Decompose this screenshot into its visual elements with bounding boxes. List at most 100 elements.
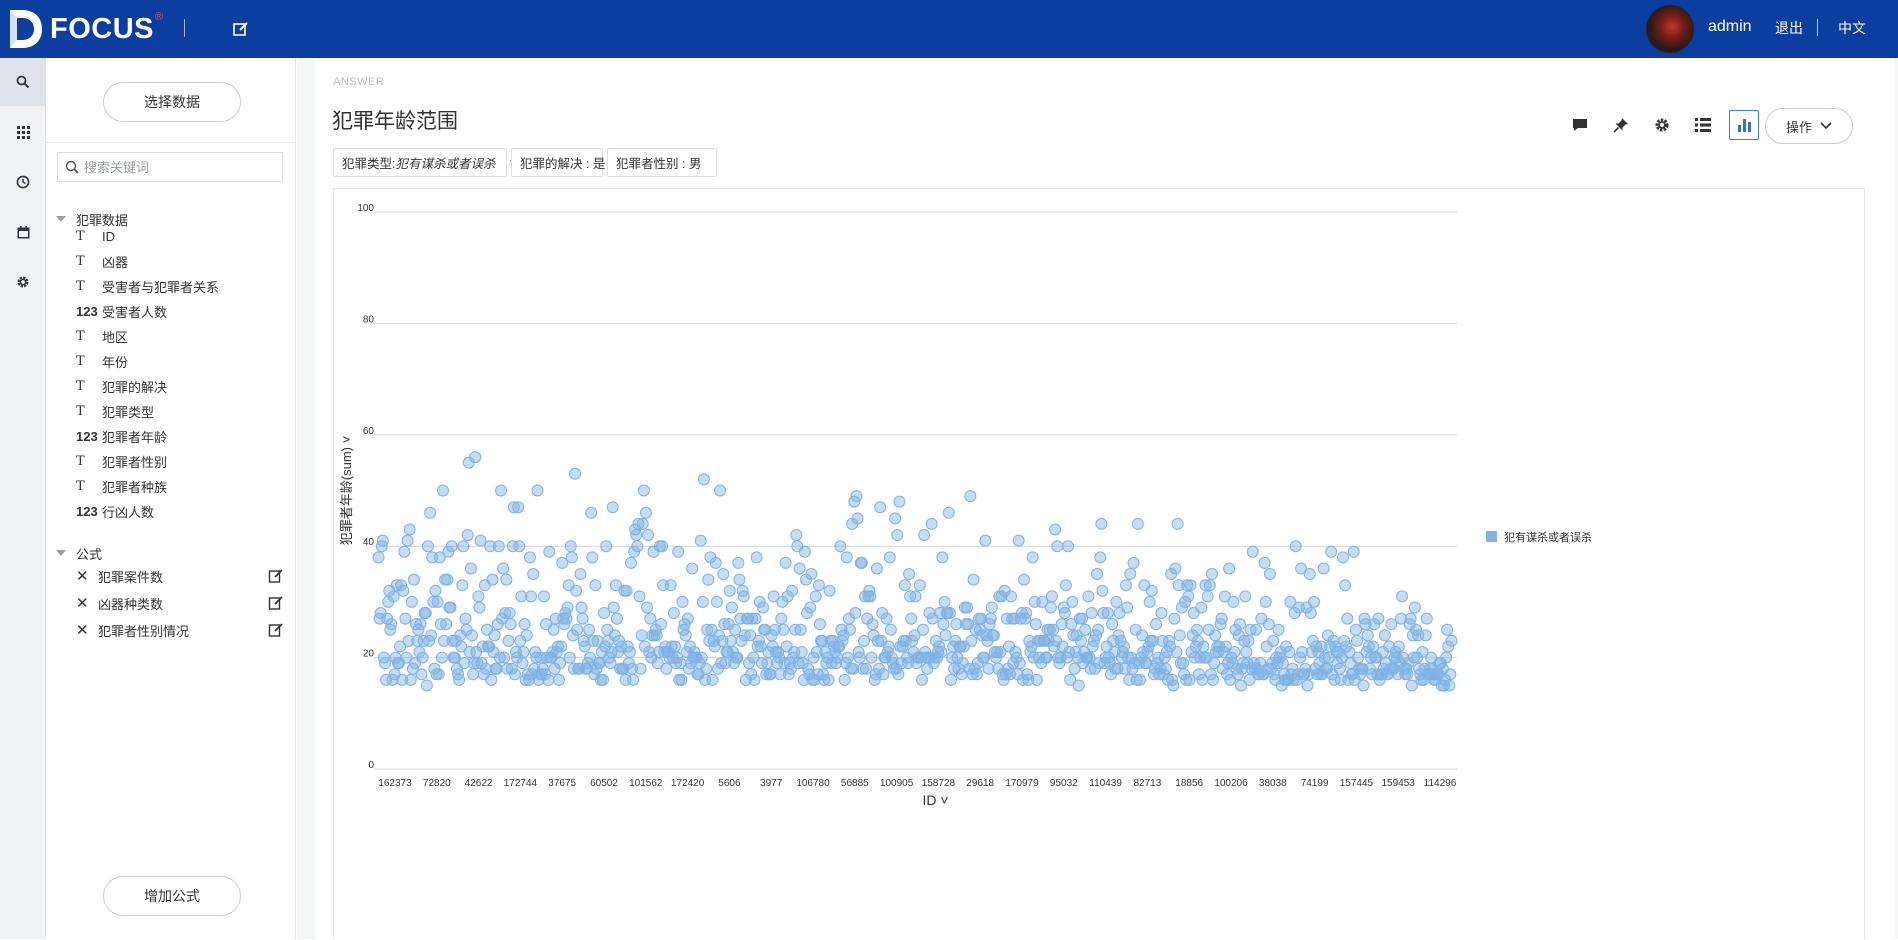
data-point [1117,640,1130,653]
data-point [415,668,428,681]
data-point [575,601,588,614]
text-type-icon: T [76,278,85,294]
data-point [714,484,727,497]
data-point [909,590,922,603]
select-data-button[interactable]: 选择数据 [103,82,241,122]
field-item[interactable]: T 犯罪者性别 [76,452,167,470]
group-formulas[interactable]: 公式 [56,544,102,562]
data-point [564,540,577,553]
data-point [1176,657,1189,670]
data-point [844,623,857,636]
data-point [697,473,710,486]
data-point [436,484,449,497]
data-point [444,601,457,614]
field-item[interactable]: T 犯罪类型 [76,402,154,420]
data-point [1419,629,1432,642]
field-item[interactable]: T ID [76,227,115,245]
edit-icon[interactable] [232,20,250,38]
data-point [571,623,584,636]
formula-label[interactable]: 凶器种类数 [98,594,268,613]
rail-search[interactable] [0,58,46,106]
formula-label[interactable]: 犯罪者性别情况 [98,621,268,640]
data-point [706,673,719,686]
data-point [1209,629,1222,642]
data-point [1051,540,1064,553]
data-point [1124,568,1137,581]
filter-crime-type[interactable]: 犯罪类型: 犯有谋杀或者误杀 [333,148,518,177]
field-item[interactable]: T 凶器 [76,252,128,270]
data-point [943,607,956,620]
language-switch[interactable]: 中文 [1838,18,1866,38]
formula-label[interactable]: 犯罪案件数 [98,567,268,586]
rail-settings[interactable] [0,258,46,306]
rail-calendar[interactable] [0,208,46,256]
filter-crime-solved[interactable]: 犯罪的解决 : 是 [511,148,605,177]
operations-dropdown[interactable]: 操作 [1765,108,1853,144]
data-point [1262,618,1275,631]
field-item[interactable]: T 地区 [76,327,128,345]
group-label: 公式 [76,546,103,562]
field-item[interactable]: 123 行凶人数 [76,502,154,520]
data-point [1095,517,1108,530]
data-point [441,573,454,586]
data-point [1026,551,1039,564]
rail-history[interactable] [0,158,46,206]
group-crime-data[interactable]: 犯罪数据 [56,210,128,228]
field-item[interactable]: T 年份 [76,352,128,370]
data-point [512,501,525,514]
field-item[interactable]: 123 受害者人数 [76,302,167,320]
data-point [650,629,663,642]
settings-button[interactable] [1647,110,1677,140]
data-point [978,651,991,664]
data-point [903,568,916,581]
x-tick-label: 74199 [1301,778,1329,789]
data-point [497,562,510,575]
data-point [627,673,640,686]
field-item[interactable]: T 犯罪的解决 [76,377,167,395]
data-point [1336,551,1349,564]
app-logo[interactable]: FOCUS ® [8,8,163,50]
field-item[interactable]: 123 犯罪者年龄 [76,427,167,445]
data-point [1173,629,1186,642]
data-point [589,579,602,592]
logout-link[interactable]: 退出 [1775,18,1803,38]
filter-perpetrator-sex[interactable]: 犯罪者性别 : 男 [607,148,717,177]
edit-icon[interactable] [268,595,284,611]
comment-button[interactable] [1565,110,1595,140]
edit-icon[interactable] [268,568,284,584]
data-point [474,534,487,547]
x-tick-label: 60502 [590,778,618,789]
field-item[interactable]: T 受害者与犯罪者关系 [76,277,219,295]
filter-label: 犯罪类型: [342,157,396,171]
data-point [1392,640,1405,653]
data-point [679,629,692,642]
field-item[interactable]: T 犯罪者种族 [76,477,167,495]
rail-apps[interactable] [0,108,46,156]
data-point [1044,601,1057,614]
calendar-icon [17,225,29,238]
data-point [461,529,474,542]
data-point [1263,568,1276,581]
data-point [723,584,736,597]
chart-view-button[interactable] [1729,110,1759,140]
data-point [1083,651,1096,664]
y-tick-label: 100 [357,203,374,214]
pin-button[interactable] [1606,110,1636,140]
numeric-type-icon: 123 [76,303,98,319]
data-point [1096,584,1109,597]
search-input[interactable] [84,157,274,177]
data-point [435,651,448,664]
table-view-button[interactable] [1688,110,1718,140]
user-name[interactable]: admin [1708,18,1752,36]
data-point [729,623,742,636]
data-point [855,556,868,569]
data-point [1443,679,1456,692]
edit-icon[interactable] [268,622,284,638]
data-point [387,590,400,603]
scatter-chart: 0 20 40 60 80 100 犯罪者年龄(sum) ˅ ID ˅ 162373 72820 4… [339,203,1592,808]
data-point [1106,618,1119,631]
data-point [732,556,745,569]
data-point [503,607,516,620]
add-formula-button[interactable]: 增加公式 [103,876,241,916]
avatar[interactable] [1646,5,1694,53]
